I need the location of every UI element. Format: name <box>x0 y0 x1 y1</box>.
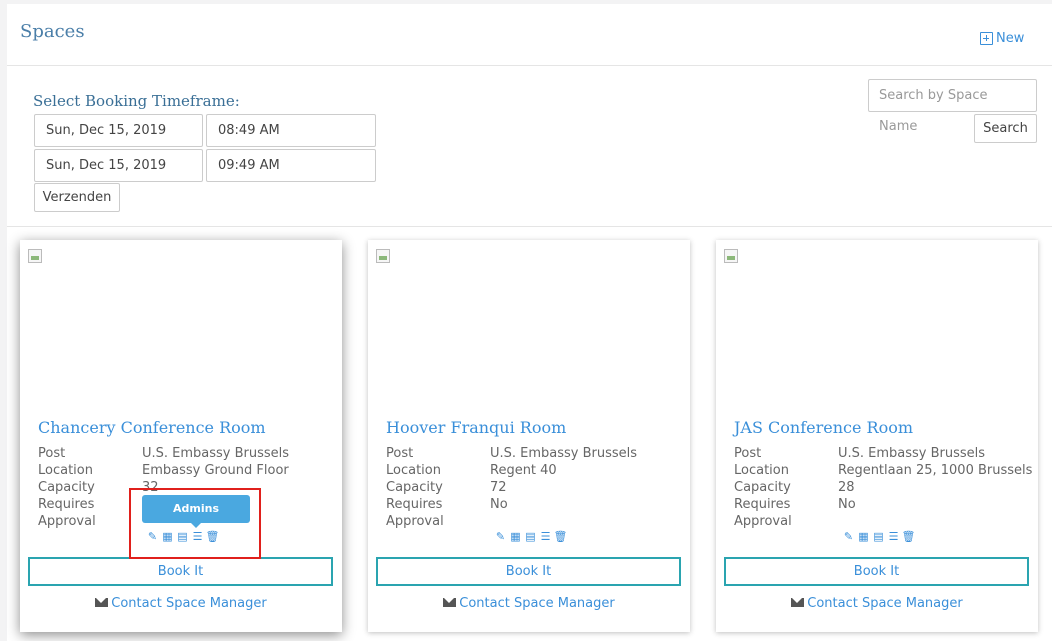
list-icon[interactable]: ☰ <box>539 530 552 543</box>
requires-label: Requires <box>734 497 791 512</box>
timeframe-label: Select Booking Timeframe: <box>33 92 240 110</box>
broken-image-icon <box>376 249 390 263</box>
approval-label: Approval <box>386 514 444 529</box>
edit-icon[interactable]: ✎ <box>494 530 507 543</box>
new-label: New <box>996 31 1025 46</box>
book-it-button[interactable]: Book It <box>376 557 681 586</box>
search-button[interactable]: Search <box>974 114 1037 143</box>
contact-space-manager-link[interactable]: Contact Space Manager <box>368 596 690 611</box>
book-it-button[interactable]: Book It <box>724 557 1029 586</box>
approval-label: Approval <box>734 514 792 529</box>
space-card: Hoover Franqui Room Post U.S. Embassy Br… <box>368 240 690 632</box>
capacity-value: 28 <box>838 480 855 495</box>
post-value: U.S. Embassy Brussels <box>838 446 986 461</box>
book-it-button[interactable]: Book It <box>28 557 333 586</box>
broken-image-icon <box>724 249 738 263</box>
space-card: Chancery Conference Room Post U.S. Embas… <box>20 240 342 632</box>
submit-timeframe-button[interactable]: Verzenden <box>34 183 120 212</box>
location-label: Location <box>734 463 789 478</box>
trash-icon[interactable]: 🗑 <box>554 530 568 543</box>
timeframe-section: Select Booking Timeframe: Sun, Dec 15, 2… <box>7 67 1052 227</box>
envelope-icon <box>443 598 457 607</box>
requires-label: Requires <box>386 497 443 512</box>
post-label: Post <box>38 446 66 461</box>
space-card: JAS Conference Room Post U.S. Embassy Br… <box>716 240 1038 632</box>
space-name-link[interactable]: Hoover Franqui Room <box>386 418 566 437</box>
new-space-button[interactable]: New <box>980 31 1024 46</box>
card-actions: ✎ ▦ ▤ ☰ 🗑 <box>842 530 916 544</box>
plus-square-icon <box>980 32 993 45</box>
highlight-box <box>129 488 261 559</box>
post-value: U.S. Embassy Brussels <box>490 446 638 461</box>
envelope-icon <box>791 598 805 607</box>
search-input[interactable]: Search by Space Name <box>868 79 1037 134</box>
requires-approval-value: No <box>838 497 856 512</box>
contact-space-manager-link[interactable]: Contact Space Manager <box>20 596 342 611</box>
capacity-value: 72 <box>490 480 507 495</box>
capacity-label: Capacity <box>38 480 95 495</box>
calendar-icon[interactable]: ▤ <box>524 530 537 543</box>
capacity-label: Capacity <box>734 480 791 495</box>
card-actions: ✎ ▦ ▤ ☰ 🗑 <box>494 530 568 544</box>
location-label: Location <box>386 463 441 478</box>
post-value: U.S. Embassy Brussels <box>142 446 290 461</box>
capacity-label: Capacity <box>386 480 443 495</box>
location-value: Regent 40 <box>490 463 557 478</box>
qrcode-icon[interactable]: ▦ <box>857 530 870 543</box>
start-time-input[interactable]: 08:49 AM <box>206 114 376 147</box>
broken-image-icon <box>28 249 42 263</box>
requires-approval-value: No <box>490 497 508 512</box>
panel-header: Spaces New <box>7 4 1052 66</box>
post-label: Post <box>734 446 762 461</box>
envelope-icon <box>95 598 109 607</box>
page-title: Spaces <box>20 21 85 42</box>
post-label: Post <box>386 446 414 461</box>
qrcode-icon[interactable]: ▦ <box>509 530 522 543</box>
contact-label: Contact Space Manager <box>807 596 963 611</box>
end-time-input[interactable]: 09:49 AM <box>206 149 376 182</box>
trash-icon[interactable]: 🗑 <box>902 530 916 543</box>
calendar-icon[interactable]: ▤ <box>872 530 885 543</box>
edit-icon[interactable]: ✎ <box>842 530 855 543</box>
requires-label: Requires <box>38 497 95 512</box>
end-date-input[interactable]: Sun, Dec 15, 2019 <box>34 149 203 182</box>
approval-label: Approval <box>38 514 96 529</box>
location-value: Embassy Ground Floor <box>142 463 289 478</box>
contact-label: Contact Space Manager <box>459 596 615 611</box>
space-name-link[interactable]: Chancery Conference Room <box>38 418 266 437</box>
location-value: Regentlaan 25, 1000 Brussels <box>838 463 1033 478</box>
list-icon[interactable]: ☰ <box>887 530 900 543</box>
contact-space-manager-link[interactable]: Contact Space Manager <box>716 596 1038 611</box>
space-name-link[interactable]: JAS Conference Room <box>734 418 913 437</box>
location-label: Location <box>38 463 93 478</box>
start-date-input[interactable]: Sun, Dec 15, 2019 <box>34 114 203 147</box>
contact-label: Contact Space Manager <box>111 596 267 611</box>
